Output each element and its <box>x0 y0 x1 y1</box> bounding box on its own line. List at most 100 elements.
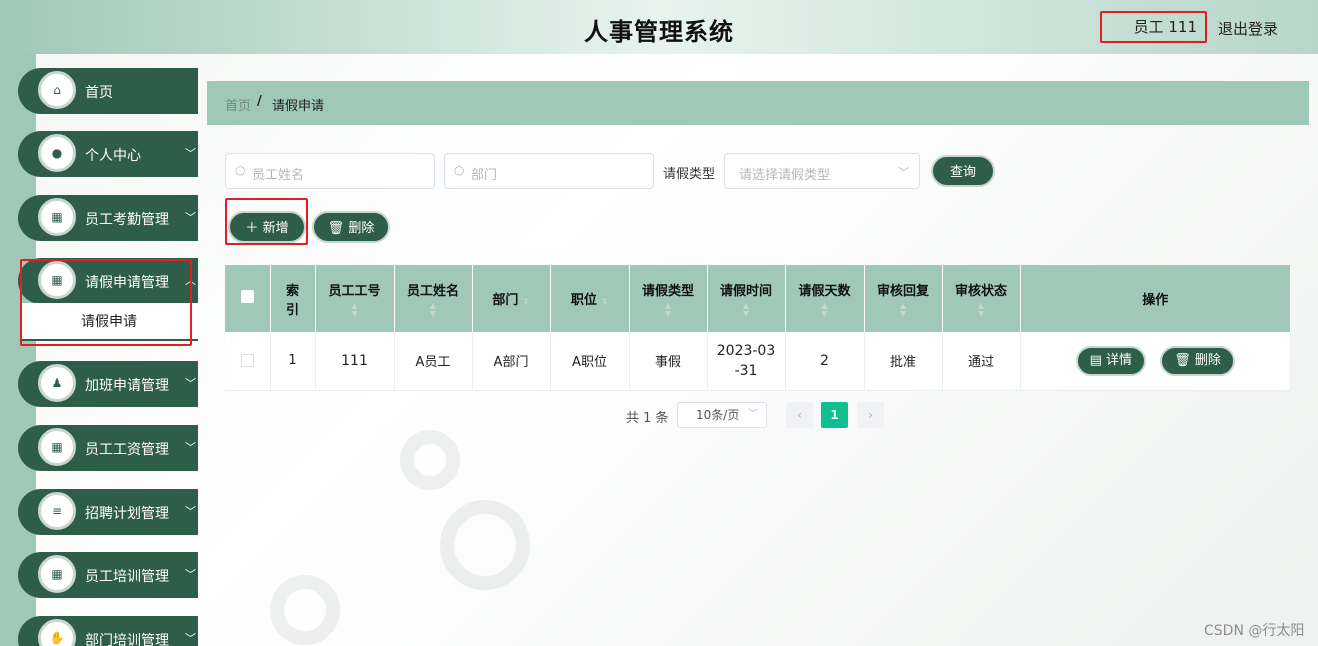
column-header-days[interactable]: 请假天数 ▲ ▼ <box>785 265 865 332</box>
row-checkbox[interactable] <box>240 354 254 368</box>
sidebar-item-label: 招聘计划管理 <box>85 506 169 522</box>
cell-emp-name: A员工 <box>394 332 473 391</box>
employee-name-input[interactable]: ○ 员工姓名 <box>225 153 435 189</box>
column-header-emp-no[interactable]: 员工工号 ▲ ▼ <box>315 265 395 332</box>
chevron-down-icon: ﹀ <box>185 147 196 160</box>
cell-position: A职位 <box>550 332 630 391</box>
leave-type-select[interactable]: 请选择请假类型 ﹀ <box>724 153 920 189</box>
query-button[interactable]: 查询 <box>931 155 995 187</box>
column-header-actions: 操作 <box>1020 265 1291 332</box>
sidebar-item-salary[interactable]: ▦ 员工工资管理 ﹀ <box>18 425 198 471</box>
chevron-down-icon: ﹀ <box>185 441 196 454</box>
next-page-button[interactable]: › <box>857 402 884 428</box>
chevron-down-icon: ﹀ <box>898 166 909 179</box>
column-header-index[interactable]: 索引 <box>270 265 316 332</box>
sidebar-item-attendance[interactable]: ▦ 员工考勤管理 ﹀ <box>18 195 198 241</box>
column-header-position[interactable]: 职位 ⇕ <box>550 265 630 332</box>
top-header: 人事管理系统 员工 111 退出登录 <box>0 0 1318 54</box>
header-text: 部门 <box>492 293 519 308</box>
cell-leave-time: 2023-03 -31 <box>707 332 786 391</box>
sidebar-item-label: 部门培训管理 <box>85 633 169 646</box>
pagination-total: 共 1 条 <box>626 411 669 426</box>
sort-icon: ▲ ▼ <box>429 300 437 318</box>
background-decoration <box>440 500 530 590</box>
header-text: 请假时间 <box>719 283 772 299</box>
header-text: 请假天数 <box>798 283 851 299</box>
page-number-current[interactable]: 1 <box>821 402 848 428</box>
chevron-down-icon: ﹀ <box>748 409 758 420</box>
header-text: 引 <box>285 302 299 318</box>
chevron-down-icon: ﹀ <box>185 377 196 390</box>
date-part: 2023-03 <box>716 342 776 359</box>
sort-icon: ⇕ <box>522 297 530 306</box>
sidebar-item-home[interactable]: ⌂ 首页 <box>18 68 198 114</box>
person-icon: ♟ <box>38 364 76 402</box>
delete-button[interactable]: 🗑 删除 <box>312 211 390 243</box>
date-part: -31 <box>734 362 758 379</box>
column-header-dept[interactable]: 部门 ⇕ <box>472 265 551 332</box>
sidebar-item-recruitment[interactable]: ≡ 招聘计划管理 ﹀ <box>18 489 198 535</box>
highlight-frame <box>20 259 192 346</box>
detail-button[interactable]: ▤ 详情 <box>1075 345 1147 376</box>
input-placeholder: 部门 <box>471 168 498 183</box>
current-user[interactable]: 员工 111 <box>1100 11 1207 43</box>
document-icon: ▤ <box>1089 352 1102 368</box>
sidebar-item-profile[interactable]: ● 个人中心 ﹀ <box>18 131 198 177</box>
logout-link[interactable]: 退出登录 <box>1218 18 1278 39</box>
cell-actions: ▤ 详情 🗑 删除 <box>1020 332 1291 391</box>
table-header-row: 索引 员工工号 ▲ ▼ 员工姓名 ▲ ▼ 部门 ⇕ 职位 ⇕ 请假类型 ▲ ▼ 请假时间 ▲ ▼… <box>225 265 1291 332</box>
sort-icon: ▲ ▼ <box>351 300 358 318</box>
sidebar-item-label: 个人中心 <box>85 148 141 164</box>
chevron-down-icon: ﹀ <box>185 505 196 518</box>
column-header-status[interactable]: 审核状态 ▲ ▼ <box>942 265 1021 332</box>
department-input[interactable]: ○ 部门 <box>444 153 654 189</box>
watermark: CSDN @行太阳 <box>1204 623 1305 639</box>
leave-table: 索引 员工工号 ▲ ▼ 员工姓名 ▲ ▼ 部门 ⇕ 职位 ⇕ 请假类型 ▲ ▼ 请假时间 ▲ ▼… <box>225 265 1291 391</box>
sidebar-item-dept-training[interactable]: ✋ 部门培训管理 ﹀ <box>18 616 198 646</box>
select-all-checkbox[interactable] <box>240 290 254 303</box>
sidebar: ⌂ 首页 ● 个人中心 ﹀ ▦ 员工考勤管理 ﹀ ▦ 请假申请管理 ︿ 请假申请… <box>18 54 198 646</box>
sort-icon: ⇕ <box>601 297 609 306</box>
sort-icon: ▲ ▼ <box>821 300 828 318</box>
grid-icon: ▦ <box>38 198 76 236</box>
prev-page-button[interactable]: ‹ <box>786 402 813 428</box>
header-text: 员工姓名 <box>406 283 459 299</box>
delete-label: 删除 <box>1194 352 1221 368</box>
detail-label: 详情 <box>1106 352 1133 368</box>
cell-reply: 批准 <box>864 332 943 391</box>
row-delete-button[interactable]: 🗑 删除 <box>1160 345 1235 376</box>
header-text: 操作 <box>1142 293 1169 308</box>
sidebar-item-label: 员工培训管理 <box>85 569 169 585</box>
page-size-select[interactable]: 10条/页 ﹀ <box>677 402 767 428</box>
cell-leave-type: 事假 <box>629 332 708 391</box>
breadcrumb-home[interactable]: 首页 <box>225 95 251 114</box>
sort-icon: ▲ ▼ <box>977 300 985 318</box>
column-header-leave-time[interactable]: 请假时间 ▲ ▼ <box>707 265 786 332</box>
breadcrumb: 首页 / 请假申请 <box>207 81 1309 125</box>
user-icon: ● <box>38 134 76 172</box>
header-text: 审核状态 <box>954 283 1007 299</box>
page-size-value: 10条/页 <box>696 408 740 422</box>
sidebar-item-overtime[interactable]: ♟ 加班申请管理 ﹀ <box>18 361 198 407</box>
breadcrumb-separator: / <box>257 94 262 109</box>
header-text: 员工工号 <box>328 283 381 299</box>
sidebar-item-label: 加班申请管理 <box>85 378 169 394</box>
delete-button-label: 删除 <box>348 221 375 236</box>
search-icon: ○ <box>235 163 246 177</box>
column-header-emp-name[interactable]: 员工姓名 ▲ ▼ <box>394 265 473 332</box>
cell-index: 1 <box>270 332 316 391</box>
sort-icon: ▲ ▼ <box>742 300 750 318</box>
grid-icon: ▦ <box>38 428 76 466</box>
trash-icon: 🗑 <box>1174 352 1191 368</box>
header-text: 请假类型 <box>641 283 694 299</box>
sidebar-item-label: 首页 <box>85 85 113 101</box>
grid-icon: ▦ <box>38 555 76 593</box>
column-header-reply[interactable]: 审核回复 ▲ ▼ <box>864 265 943 332</box>
column-header-leave-type[interactable]: 请假类型 ▲ ▼ <box>629 265 708 332</box>
sidebar-item-training[interactable]: ▦ 员工培训管理 ﹀ <box>18 552 198 598</box>
sidebar-item-label: 员工考勤管理 <box>85 212 169 228</box>
chevron-down-icon: ﹀ <box>185 632 196 645</box>
highlight-frame <box>225 198 308 245</box>
sort-icon: ▲ ▼ <box>664 300 672 318</box>
header-text: 审核回复 <box>876 283 929 299</box>
